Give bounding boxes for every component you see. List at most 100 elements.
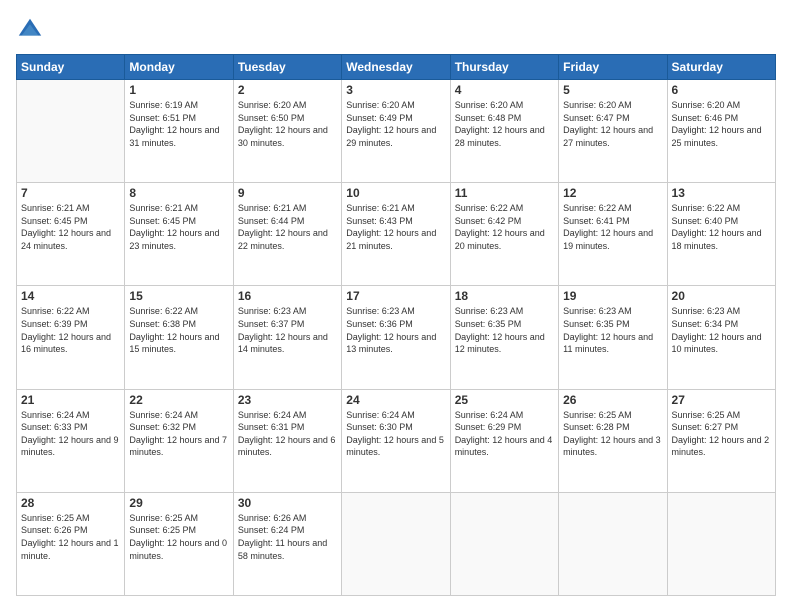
calendar-cell: 23 Sunrise: 6:24 AM Sunset: 6:31 PM Dayl… [233, 389, 341, 492]
day-number: 26 [563, 393, 662, 407]
calendar-cell: 28 Sunrise: 6:25 AM Sunset: 6:26 PM Dayl… [17, 492, 125, 595]
day-info: Sunrise: 6:25 AM Sunset: 6:26 PM Dayligh… [21, 512, 120, 562]
day-number: 22 [129, 393, 228, 407]
day-number: 14 [21, 289, 120, 303]
calendar-week-5: 28 Sunrise: 6:25 AM Sunset: 6:26 PM Dayl… [17, 492, 776, 595]
day-info: Sunrise: 6:22 AM Sunset: 6:38 PM Dayligh… [129, 305, 228, 355]
day-info: Sunrise: 6:23 AM Sunset: 6:37 PM Dayligh… [238, 305, 337, 355]
day-info: Sunrise: 6:23 AM Sunset: 6:35 PM Dayligh… [563, 305, 662, 355]
day-info: Sunrise: 6:19 AM Sunset: 6:51 PM Dayligh… [129, 99, 228, 149]
logo [16, 16, 48, 44]
day-info: Sunrise: 6:21 AM Sunset: 6:43 PM Dayligh… [346, 202, 445, 252]
calendar: SundayMondayTuesdayWednesdayThursdayFrid… [16, 54, 776, 596]
day-number: 24 [346, 393, 445, 407]
calendar-header-saturday: Saturday [667, 55, 775, 80]
day-info: Sunrise: 6:22 AM Sunset: 6:41 PM Dayligh… [563, 202, 662, 252]
day-number: 12 [563, 186, 662, 200]
day-info: Sunrise: 6:20 AM Sunset: 6:50 PM Dayligh… [238, 99, 337, 149]
calendar-header-wednesday: Wednesday [342, 55, 450, 80]
day-number: 10 [346, 186, 445, 200]
day-info: Sunrise: 6:24 AM Sunset: 6:30 PM Dayligh… [346, 409, 445, 459]
day-number: 1 [129, 83, 228, 97]
day-info: Sunrise: 6:25 AM Sunset: 6:27 PM Dayligh… [672, 409, 771, 459]
calendar-cell: 14 Sunrise: 6:22 AM Sunset: 6:39 PM Dayl… [17, 286, 125, 389]
calendar-cell: 26 Sunrise: 6:25 AM Sunset: 6:28 PM Dayl… [559, 389, 667, 492]
calendar-week-4: 21 Sunrise: 6:24 AM Sunset: 6:33 PM Dayl… [17, 389, 776, 492]
calendar-cell: 3 Sunrise: 6:20 AM Sunset: 6:49 PM Dayli… [342, 80, 450, 183]
day-number: 27 [672, 393, 771, 407]
day-number: 17 [346, 289, 445, 303]
calendar-cell: 9 Sunrise: 6:21 AM Sunset: 6:44 PM Dayli… [233, 183, 341, 286]
header [16, 16, 776, 44]
calendar-cell: 21 Sunrise: 6:24 AM Sunset: 6:33 PM Dayl… [17, 389, 125, 492]
calendar-cell: 12 Sunrise: 6:22 AM Sunset: 6:41 PM Dayl… [559, 183, 667, 286]
day-info: Sunrise: 6:21 AM Sunset: 6:44 PM Dayligh… [238, 202, 337, 252]
calendar-cell: 29 Sunrise: 6:25 AM Sunset: 6:25 PM Dayl… [125, 492, 233, 595]
calendar-header-monday: Monday [125, 55, 233, 80]
day-number: 8 [129, 186, 228, 200]
calendar-cell: 11 Sunrise: 6:22 AM Sunset: 6:42 PM Dayl… [450, 183, 558, 286]
calendar-header-friday: Friday [559, 55, 667, 80]
day-number: 3 [346, 83, 445, 97]
day-info: Sunrise: 6:22 AM Sunset: 6:42 PM Dayligh… [455, 202, 554, 252]
day-info: Sunrise: 6:20 AM Sunset: 6:48 PM Dayligh… [455, 99, 554, 149]
day-number: 2 [238, 83, 337, 97]
day-number: 18 [455, 289, 554, 303]
day-number: 6 [672, 83, 771, 97]
day-info: Sunrise: 6:22 AM Sunset: 6:39 PM Dayligh… [21, 305, 120, 355]
day-info: Sunrise: 6:25 AM Sunset: 6:25 PM Dayligh… [129, 512, 228, 562]
calendar-week-2: 7 Sunrise: 6:21 AM Sunset: 6:45 PM Dayli… [17, 183, 776, 286]
calendar-header-thursday: Thursday [450, 55, 558, 80]
day-info: Sunrise: 6:20 AM Sunset: 6:46 PM Dayligh… [672, 99, 771, 149]
calendar-cell [667, 492, 775, 595]
calendar-week-1: 1 Sunrise: 6:19 AM Sunset: 6:51 PM Dayli… [17, 80, 776, 183]
calendar-cell: 24 Sunrise: 6:24 AM Sunset: 6:30 PM Dayl… [342, 389, 450, 492]
day-number: 9 [238, 186, 337, 200]
calendar-cell: 22 Sunrise: 6:24 AM Sunset: 6:32 PM Dayl… [125, 389, 233, 492]
calendar-week-3: 14 Sunrise: 6:22 AM Sunset: 6:39 PM Dayl… [17, 286, 776, 389]
calendar-cell: 13 Sunrise: 6:22 AM Sunset: 6:40 PM Dayl… [667, 183, 775, 286]
calendar-header-tuesday: Tuesday [233, 55, 341, 80]
day-info: Sunrise: 6:24 AM Sunset: 6:31 PM Dayligh… [238, 409, 337, 459]
calendar-cell: 2 Sunrise: 6:20 AM Sunset: 6:50 PM Dayli… [233, 80, 341, 183]
day-info: Sunrise: 6:20 AM Sunset: 6:49 PM Dayligh… [346, 99, 445, 149]
day-info: Sunrise: 6:26 AM Sunset: 6:24 PM Dayligh… [238, 512, 337, 562]
day-number: 11 [455, 186, 554, 200]
day-number: 15 [129, 289, 228, 303]
calendar-cell [450, 492, 558, 595]
logo-icon [16, 16, 44, 44]
calendar-cell: 10 Sunrise: 6:21 AM Sunset: 6:43 PM Dayl… [342, 183, 450, 286]
day-info: Sunrise: 6:24 AM Sunset: 6:33 PM Dayligh… [21, 409, 120, 459]
calendar-cell: 30 Sunrise: 6:26 AM Sunset: 6:24 PM Dayl… [233, 492, 341, 595]
calendar-cell: 4 Sunrise: 6:20 AM Sunset: 6:48 PM Dayli… [450, 80, 558, 183]
day-info: Sunrise: 6:24 AM Sunset: 6:32 PM Dayligh… [129, 409, 228, 459]
day-number: 7 [21, 186, 120, 200]
day-number: 30 [238, 496, 337, 510]
calendar-cell [559, 492, 667, 595]
calendar-cell: 8 Sunrise: 6:21 AM Sunset: 6:45 PM Dayli… [125, 183, 233, 286]
day-number: 19 [563, 289, 662, 303]
day-info: Sunrise: 6:23 AM Sunset: 6:35 PM Dayligh… [455, 305, 554, 355]
calendar-cell: 20 Sunrise: 6:23 AM Sunset: 6:34 PM Dayl… [667, 286, 775, 389]
day-info: Sunrise: 6:21 AM Sunset: 6:45 PM Dayligh… [129, 202, 228, 252]
day-number: 28 [21, 496, 120, 510]
day-info: Sunrise: 6:23 AM Sunset: 6:34 PM Dayligh… [672, 305, 771, 355]
day-number: 5 [563, 83, 662, 97]
calendar-cell: 5 Sunrise: 6:20 AM Sunset: 6:47 PM Dayli… [559, 80, 667, 183]
calendar-header-row: SundayMondayTuesdayWednesdayThursdayFrid… [17, 55, 776, 80]
day-number: 16 [238, 289, 337, 303]
calendar-cell: 1 Sunrise: 6:19 AM Sunset: 6:51 PM Dayli… [125, 80, 233, 183]
day-number: 4 [455, 83, 554, 97]
calendar-cell: 6 Sunrise: 6:20 AM Sunset: 6:46 PM Dayli… [667, 80, 775, 183]
calendar-cell: 19 Sunrise: 6:23 AM Sunset: 6:35 PM Dayl… [559, 286, 667, 389]
calendar-cell: 16 Sunrise: 6:23 AM Sunset: 6:37 PM Dayl… [233, 286, 341, 389]
day-number: 23 [238, 393, 337, 407]
day-number: 25 [455, 393, 554, 407]
day-info: Sunrise: 6:21 AM Sunset: 6:45 PM Dayligh… [21, 202, 120, 252]
calendar-cell: 7 Sunrise: 6:21 AM Sunset: 6:45 PM Dayli… [17, 183, 125, 286]
day-info: Sunrise: 6:23 AM Sunset: 6:36 PM Dayligh… [346, 305, 445, 355]
calendar-cell: 15 Sunrise: 6:22 AM Sunset: 6:38 PM Dayl… [125, 286, 233, 389]
calendar-header-sunday: Sunday [17, 55, 125, 80]
page: SundayMondayTuesdayWednesdayThursdayFrid… [0, 0, 792, 612]
day-info: Sunrise: 6:25 AM Sunset: 6:28 PM Dayligh… [563, 409, 662, 459]
